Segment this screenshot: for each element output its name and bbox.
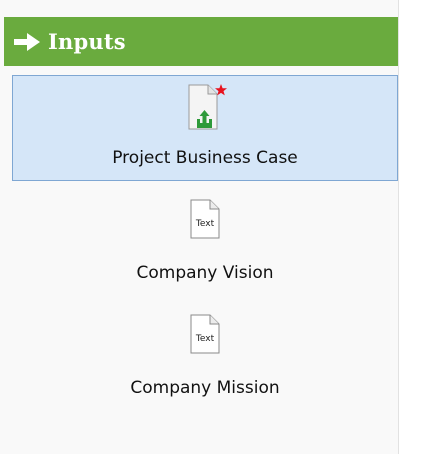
inputs-header[interactable]: Inputs — [4, 17, 398, 66]
text-document-icon-caption: Text — [195, 334, 215, 344]
arrow-right-icon — [13, 32, 41, 52]
input-item-label: Company Mission — [130, 378, 280, 398]
input-item-label: Company Vision — [136, 263, 274, 283]
text-document-icon-caption: Text — [195, 219, 215, 229]
inputs-panel: Inputs Project Business Case Text Compan… — [0, 0, 399, 454]
input-item-company-mission[interactable]: Text Company Mission — [12, 302, 398, 406]
text-document-icon: Text — [187, 199, 223, 243]
document-upload-required-icon — [180, 83, 230, 137]
input-item-project-business-case[interactable]: Project Business Case — [12, 75, 398, 181]
input-item-company-vision[interactable]: Text Company Vision — [12, 190, 398, 294]
text-document-icon: Text — [187, 314, 223, 358]
inputs-header-title: Inputs — [48, 29, 126, 54]
input-item-label: Project Business Case — [112, 148, 298, 168]
